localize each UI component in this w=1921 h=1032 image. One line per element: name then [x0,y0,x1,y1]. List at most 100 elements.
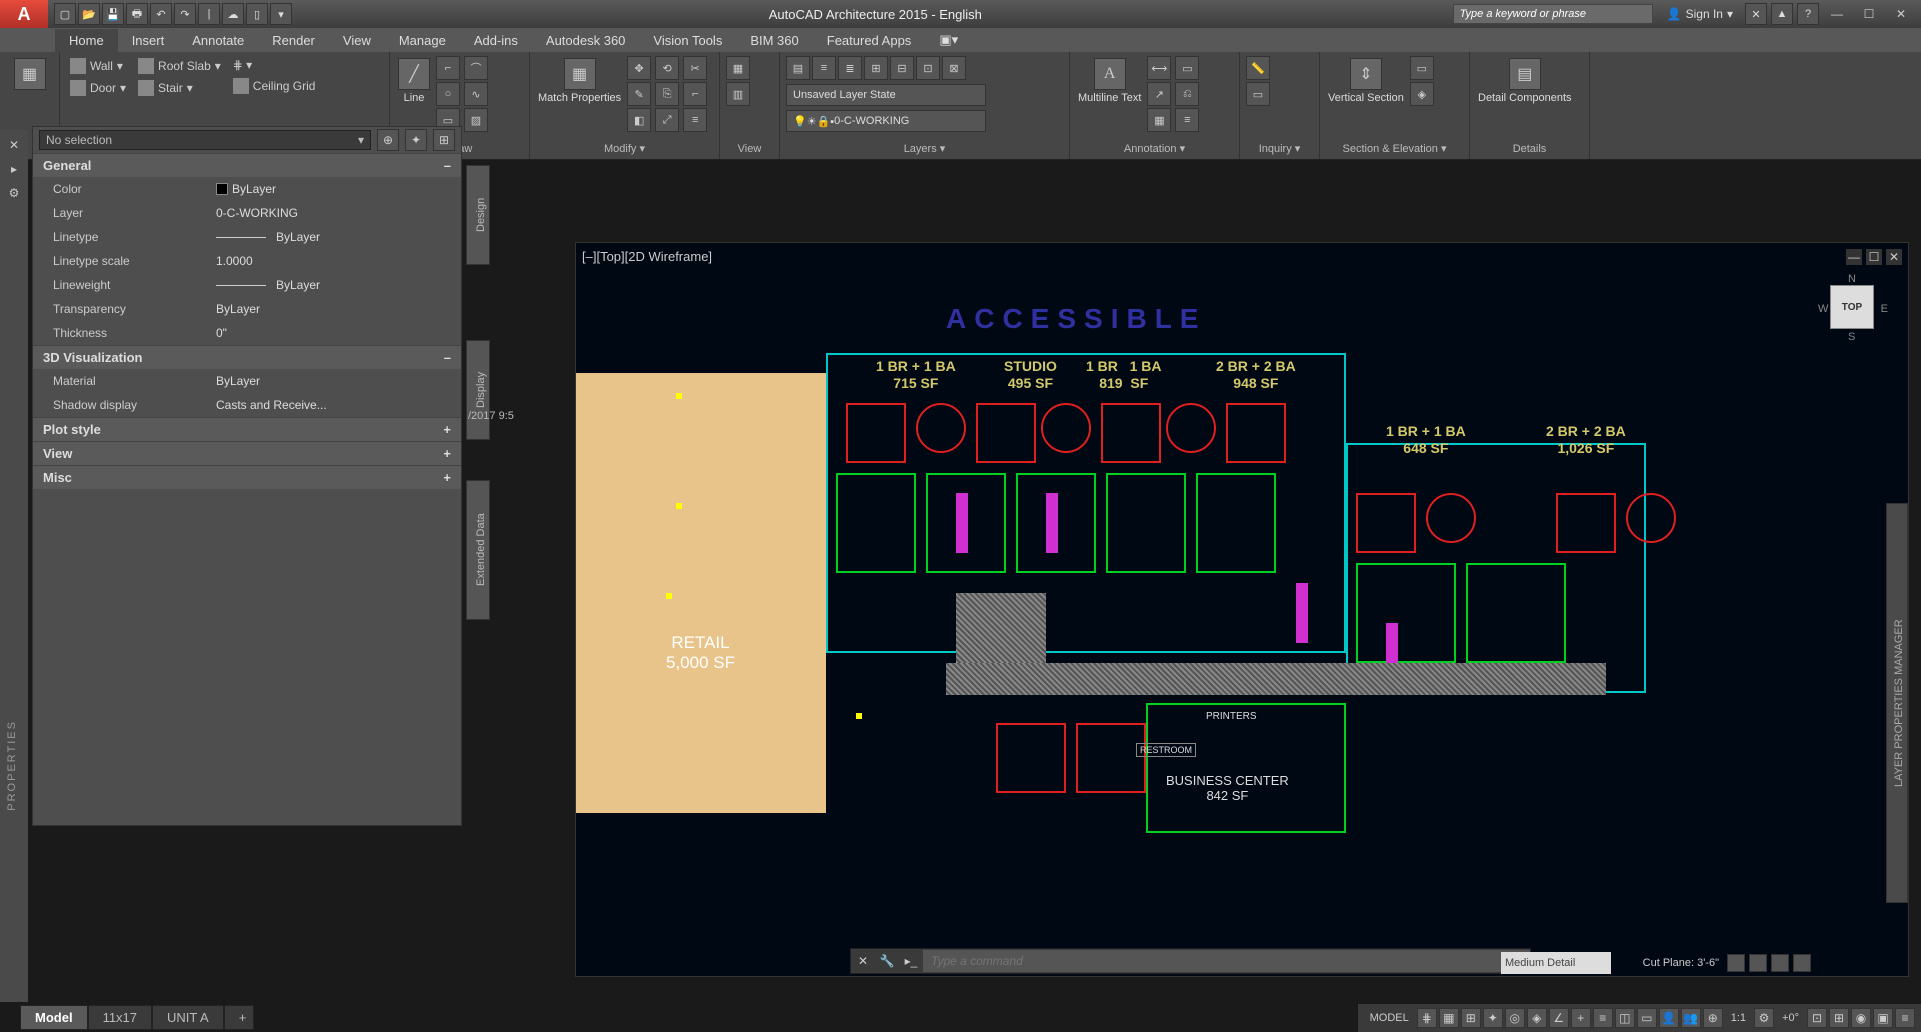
tab-model[interactable]: Model [20,1005,88,1030]
prop-color[interactable]: ColorByLayer [33,177,461,201]
view-btn2[interactable]: ▥ [726,82,750,106]
tab-annotate[interactable]: Annotate [178,29,258,52]
sc2-toggle-icon[interactable]: 👥 [1681,1008,1701,1028]
anno-icon2[interactable]: ▭ [1175,56,1199,80]
spline-icon[interactable]: ∿ [464,82,488,106]
prop-layer[interactable]: Layer0-C-WORKING [33,201,461,225]
rotate-icon[interactable]: ⟲ [655,56,679,80]
scale-icon[interactable]: ⤢ [655,108,679,132]
layer-btn3[interactable]: ≣ [838,56,862,80]
tab-unit-a[interactable]: UNIT A [152,1005,224,1030]
ws-toggle-icon[interactable]: ⊡ [1807,1008,1827,1028]
section-view[interactable]: View+ [33,441,461,465]
tab-bim360[interactable]: BIM 360 [736,29,812,52]
sc-toggle-icon[interactable]: 👤 [1659,1008,1679,1028]
prop-ltscale[interactable]: Linetype scale1.0000 [33,249,461,273]
polyline-icon[interactable]: ⌐ [436,56,460,80]
tab-view[interactable]: View [329,29,385,52]
viewport-close-icon[interactable]: ✕ [1886,249,1902,265]
hw-toggle-icon[interactable]: ⊞ [1829,1008,1849,1028]
section-misc[interactable]: Misc+ [33,465,461,489]
tab-render[interactable]: Render [258,29,329,52]
help-icon[interactable]: ? [1797,3,1819,25]
app-logo[interactable]: A [0,0,48,28]
tab-addins[interactable]: Add-ins [460,29,532,52]
tab-featuredapps[interactable]: Featured Apps [813,29,926,52]
panel-modify-label[interactable]: Modify ▾ [536,140,713,155]
panel-inquiry-label[interactable]: Inquiry ▾ [1246,140,1313,155]
isolate-toggle-icon[interactable]: ◉ [1851,1008,1871,1028]
qp-toggle-icon[interactable]: ▭ [1637,1008,1657,1028]
layer-manager-rail[interactable]: LAYER PROPERTIES MANAGER [1886,503,1908,903]
layer-btn2[interactable]: ≡ [812,56,836,80]
inquiry-icon2[interactable]: ▭ [1246,82,1270,106]
print-icon[interactable]: 🖶 [126,3,148,25]
drawing-viewport[interactable]: [–][Top][2D Wireframe] — ☐ ✕ N S W E TOP… [575,242,1909,977]
layer-btn4[interactable]: ⊞ [864,56,888,80]
snap-toggle-icon[interactable]: ▦ [1439,1008,1459,1028]
customize-icon[interactable]: ≡ [1895,1008,1915,1028]
viewport-maximize-icon[interactable]: ☐ [1866,249,1882,265]
save-icon[interactable]: 💾 [102,3,124,25]
close-panel-icon[interactable]: ✕ [5,136,23,154]
fillet-icon[interactable]: ⌐ [683,82,707,106]
cutplane-icon4[interactable] [1771,954,1789,972]
layer-btn1[interactable]: ▤ [786,56,810,80]
prop-linetype[interactable]: LinetypeByLayer [33,225,461,249]
roofslab-button[interactable]: Roof Slab ▾ [134,56,225,76]
hatch-icon[interactable]: ▨ [464,108,488,132]
view-btn1[interactable]: ▦ [726,56,750,80]
a360-icon[interactable]: ▲ [1771,3,1793,25]
status-scale[interactable]: 1:1 [1725,1010,1752,1026]
quick-select-icon[interactable]: ⊕ [377,129,399,151]
viewport-minimize-icon[interactable]: — [1846,249,1862,265]
command-input[interactable] [923,950,1530,972]
multiline-text-button[interactable]: AMultiline Text [1076,56,1143,106]
layer-btn5[interactable]: ⊟ [890,56,914,80]
tab-insert[interactable]: Insert [118,29,179,52]
osnap-toggle-icon[interactable]: ◎ [1505,1008,1525,1028]
panel-section-label[interactable]: Section & Elevation ▾ [1326,140,1463,155]
signin-button[interactable]: 👤 Sign In ▾ [1659,7,1741,21]
exchange-icon[interactable]: ✕ [1745,3,1767,25]
display-tab-rail[interactable]: Display [466,340,490,440]
minimize-icon[interactable]: — [1823,4,1851,24]
help-search-input[interactable]: Type a keyword or phrase [1453,4,1653,24]
toggle-pickadd-icon[interactable]: ⊞ [433,129,455,151]
status-rotation[interactable]: +0° [1776,1010,1805,1026]
polar-toggle-icon[interactable]: ✦ [1483,1008,1503,1028]
layer-btn7[interactable]: ⊠ [942,56,966,80]
redo-icon[interactable]: ↷ [174,3,196,25]
dyn-toggle-icon[interactable]: + [1571,1008,1591,1028]
circle-icon[interactable]: ○ [436,82,460,106]
close-icon[interactable]: ✕ [1887,4,1915,24]
status-model[interactable]: MODEL [1364,1010,1415,1026]
anno-icon3[interactable]: ⎌ [1175,82,1199,106]
gear-icon[interactable]: ⚙ [5,184,23,202]
otrack-toggle-icon[interactable]: ∠ [1549,1008,1569,1028]
open-icon[interactable]: 📂 [78,3,100,25]
ceilinggrid-button[interactable]: Ceiling Grid [229,76,320,96]
clean-toggle-icon[interactable]: ▣ [1873,1008,1893,1028]
3dosnap-toggle-icon[interactable]: ◈ [1527,1008,1547,1028]
dim-icon[interactable]: ⟷ [1147,56,1171,80]
tab-overflow-icon[interactable]: ▣▾ [925,28,972,52]
viewcube-e[interactable]: E [1881,303,1888,315]
section-3dviz[interactable]: 3D Visualization– [33,345,461,369]
stair-button[interactable]: Stair ▾ [134,78,225,98]
door-button[interactable]: Door ▾ [66,78,130,98]
tab-11x17[interactable]: 11x17 [88,1005,152,1030]
move-icon[interactable]: ✥ [627,56,651,80]
mirror-icon[interactable]: ◧ [627,108,651,132]
anno-scale-icon[interactable]: ⚙ [1754,1008,1774,1028]
qat-more-icon[interactable]: ▾ [270,3,292,25]
layer-state-combo[interactable]: Unsaved Layer State [786,84,986,106]
section-icon3[interactable]: ◈ [1410,82,1434,106]
trim-icon[interactable]: ✂ [683,56,707,80]
command-wrench-icon[interactable]: 🔧 [875,949,899,973]
prop-shadow[interactable]: Shadow displayCasts and Receive... [33,393,461,417]
panel-annotation-label[interactable]: Annotation ▾ [1076,140,1233,155]
prop-transparency[interactable]: TransparencyByLayer [33,297,461,321]
section-icon2[interactable]: ▭ [1410,56,1434,80]
design-tab-rail[interactable]: Design [466,165,490,265]
